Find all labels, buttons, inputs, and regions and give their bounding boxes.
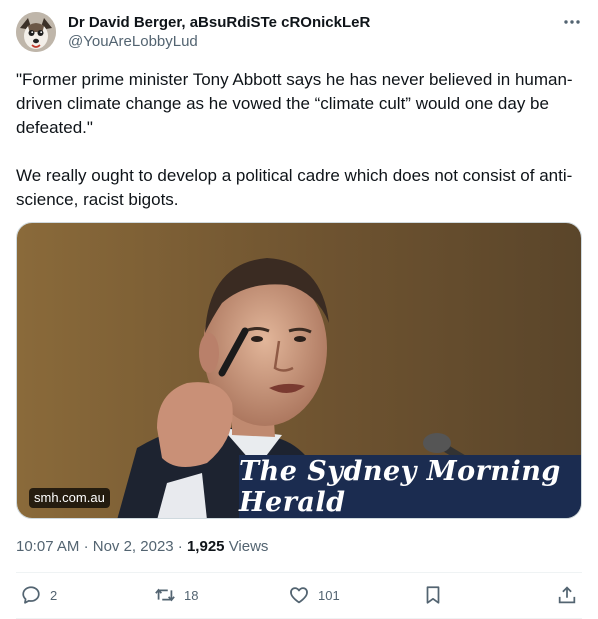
dog-avatar-icon [16,12,56,52]
link-preview-card[interactable]: The Sydney Morning Herald smh.com.au [16,222,582,519]
action-bar: 2 18 101 [16,573,582,619]
tweet-meta: 10:07 AM · Nov 2, 2023 · 1,925 Views [16,537,268,557]
bookmark-icon [426,586,440,604]
reply-button[interactable]: 2 [20,583,57,607]
heart-icon [290,587,308,604]
tweet-date[interactable]: Nov 2, 2023 [93,538,174,555]
meta-separator: · [177,538,183,555]
share-icon [558,586,576,604]
repost-button[interactable]: 18 [154,583,198,607]
views-label: Views [228,538,269,555]
tweet-paragraph: "Former prime minister Tony Abbott says … [16,70,573,137]
author-names: Dr David Berger, aBsuRdiSTe cROnickLeR @… [68,13,370,52]
author-display-name[interactable]: Dr David Berger, aBsuRdiSTe cROnickLeR [68,13,370,32]
masthead-banner: The Sydney Morning Herald [239,455,581,518]
tweet: Dr David Berger, aBsuRdiSTe cROnickLeR @… [0,0,598,619]
meta-separator: · [83,538,89,555]
views-count: 1,925 [186,538,225,555]
repost-count: 18 [184,587,199,603]
tweet-time[interactable]: 10:07 AM [16,538,79,555]
bookmark-button[interactable] [422,583,444,607]
more-dots-icon [564,20,580,24]
masthead-logo: The Sydney Morning Herald [239,456,561,518]
link-domain-label: smh.com.au [29,488,110,508]
like-button[interactable]: 101 [288,583,340,607]
author-handle[interactable]: @YouAreLobbyLud [68,32,370,52]
author-avatar[interactable] [16,12,56,52]
like-count: 101 [318,587,340,603]
reply-count: 2 [50,587,58,603]
repost-icon [155,588,175,602]
share-button[interactable] [556,583,578,607]
tweet-text: "Former prime minister Tony Abbott says … [16,68,582,212]
more-options-button[interactable] [562,14,582,30]
tweet-paragraph: We really ought to develop a political c… [16,166,573,209]
reply-icon [22,586,40,604]
